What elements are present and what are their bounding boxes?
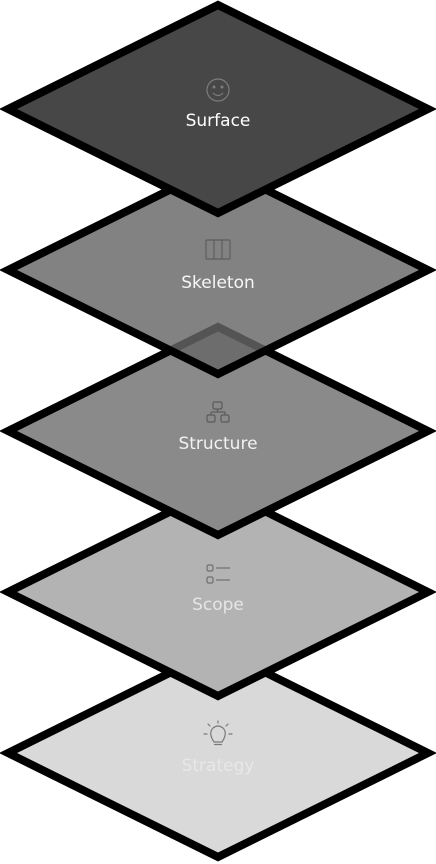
- layer-stack-diagram: Strategy Scope Structure Skeleton Surfac…: [0, 0, 436, 862]
- layer-surface: Surface: [0, 0, 436, 218]
- layer-structure-label: Structure: [178, 434, 257, 454]
- layer-surface-plate: [0, 0, 436, 218]
- layer-scope-label: Scope: [192, 595, 244, 615]
- layer-strategy-label: Strategy: [182, 756, 255, 776]
- layer-skeleton-label: Skeleton: [181, 273, 255, 293]
- layer-surface-label: Surface: [186, 111, 251, 131]
